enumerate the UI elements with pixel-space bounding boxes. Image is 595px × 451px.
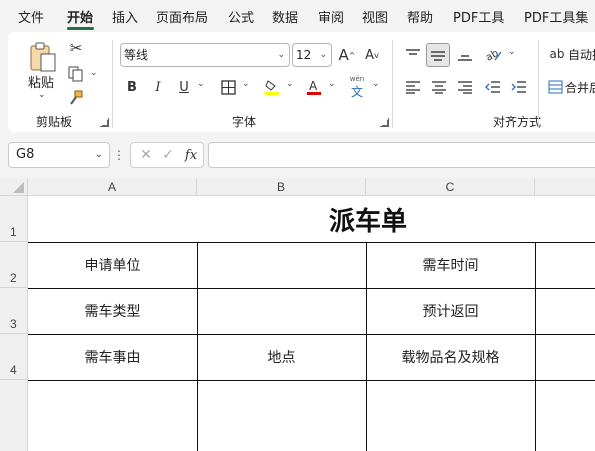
chevron-down-icon: ⌄ xyxy=(277,50,285,60)
name-box-value: G8 xyxy=(16,147,35,162)
tab-page-layout[interactable]: 页面布局 xyxy=(156,7,208,26)
table-border xyxy=(535,242,536,451)
column-header-a[interactable]: A xyxy=(28,178,197,196)
formula-buttons: ✕ ✓ fx xyxy=(130,142,204,168)
ribbon: 粘贴 ⌄ ✂ ⌄ 剪贴板 等线 ⌄ 12 ⌄ A^ Av B I U ⌄ ⌄ xyxy=(8,32,595,132)
column-header-c[interactable]: C xyxy=(366,178,535,196)
tab-file[interactable]: 文件 xyxy=(18,7,44,26)
column-header-b[interactable]: B xyxy=(197,178,366,196)
font-launcher-icon[interactable] xyxy=(380,118,389,127)
select-all-corner[interactable] xyxy=(0,178,28,196)
tab-insert[interactable]: 插入 xyxy=(112,7,138,26)
name-box[interactable]: G8 ⌄ xyxy=(8,142,110,168)
cell-c4[interactable]: 载物品名及规格 xyxy=(366,334,535,380)
underline-icon[interactable]: U xyxy=(174,77,194,97)
merge-icon xyxy=(548,80,563,94)
cut-icon[interactable]: ✂ xyxy=(66,38,86,58)
align-center-icon[interactable] xyxy=(428,77,450,97)
wrap-text-button[interactable]: ab 自动换行 xyxy=(548,44,595,64)
insert-function-icon[interactable]: fx xyxy=(181,145,201,165)
fill-color-icon[interactable] xyxy=(262,77,282,97)
more-options-icon[interactable]: ⋮ xyxy=(113,146,125,164)
cell-a3[interactable]: 需车类型 xyxy=(28,288,197,334)
row-header-2[interactable]: 2 xyxy=(0,242,28,288)
tab-data[interactable]: 数据 xyxy=(272,7,298,26)
underline-dropdown-icon[interactable]: ⌄ xyxy=(197,79,205,89)
group-separator xyxy=(538,40,539,128)
chevron-down-icon: ⌄ xyxy=(319,50,327,60)
copy-icon[interactable] xyxy=(66,64,86,84)
clipboard-launcher-icon[interactable] xyxy=(100,118,109,127)
cell-c2[interactable]: 需车时间 xyxy=(366,242,535,288)
orientation-icon[interactable]: ab xyxy=(482,43,506,67)
group-separator xyxy=(112,40,113,128)
paste-button[interactable]: 粘贴 xyxy=(28,72,54,91)
paste-dropdown-icon[interactable]: ⌄ xyxy=(38,90,46,100)
wrap-text-icon: ab xyxy=(549,47,565,61)
alignment-group-label: 对齐方式 xyxy=(493,115,542,129)
tab-home[interactable]: 开始 xyxy=(67,7,93,26)
tab-formulas[interactable]: 公式 xyxy=(228,7,254,26)
formula-input[interactable] xyxy=(208,142,595,168)
tab-help[interactable]: 帮助 xyxy=(407,7,433,26)
row-header-4[interactable]: 4 xyxy=(0,334,28,380)
cell-a4[interactable]: 需车事由 xyxy=(28,334,197,380)
formula-bar: G8 ⌄ ⋮ ✕ ✓ fx xyxy=(0,140,595,170)
align-middle-icon[interactable] xyxy=(426,43,450,67)
font-name-select[interactable]: 等线 ⌄ xyxy=(120,43,290,67)
cell-b4[interactable]: 地点 xyxy=(197,334,366,380)
paste-icon[interactable] xyxy=(26,40,60,74)
cancel-icon[interactable]: ✕ xyxy=(137,145,155,165)
row-header-5[interactable]: 5 xyxy=(0,380,28,451)
enter-icon[interactable]: ✓ xyxy=(159,145,177,165)
font-color-icon[interactable]: A xyxy=(304,77,324,97)
border-dropdown-icon[interactable]: ⌄ xyxy=(242,79,250,89)
tab-view[interactable]: 视图 xyxy=(362,7,388,26)
cell-c3[interactable]: 预计返回 xyxy=(366,288,535,334)
align-left-icon[interactable] xyxy=(402,77,424,97)
orientation-dropdown-icon[interactable]: ⌄ xyxy=(508,47,516,57)
group-separator xyxy=(392,40,393,128)
row-header-1[interactable]: 1 xyxy=(0,196,28,242)
fill-dropdown-icon[interactable]: ⌄ xyxy=(286,79,294,89)
worksheet-grid[interactable]: A B C 1 2 3 4 5 派车单 申请单位 需车时间 需车类型 预计返回 … xyxy=(0,178,595,451)
format-painter-icon[interactable] xyxy=(66,88,86,108)
font-color-dropdown-icon[interactable]: ⌄ xyxy=(328,79,336,89)
increase-indent-icon[interactable] xyxy=(508,77,530,97)
sheet-title[interactable]: 派车单 xyxy=(28,196,595,242)
table-border xyxy=(28,380,595,381)
phonetic-guide-icon[interactable]: wén 文 xyxy=(346,75,368,99)
tab-pdf-toolset[interactable]: PDF工具集 xyxy=(524,7,588,26)
active-tab-indicator xyxy=(67,27,94,30)
align-bottom-icon[interactable] xyxy=(454,44,476,66)
font-size-select[interactable]: 12 ⌄ xyxy=(292,43,332,67)
menu-bar: 文件 开始 插入 页面布局 公式 数据 审阅 视图 帮助 PDF工具 PDF工具… xyxy=(0,0,595,32)
decrease-indent-icon[interactable] xyxy=(482,77,504,97)
phonetic-dropdown-icon[interactable]: ⌄ xyxy=(372,79,380,89)
increase-font-icon[interactable]: A ^ xyxy=(337,44,357,66)
cell-a2[interactable]: 申请单位 xyxy=(28,242,197,288)
column-header-d[interactable] xyxy=(535,178,595,196)
bold-icon[interactable]: B xyxy=(122,77,142,97)
clipboard-group-label: 剪贴板 xyxy=(36,115,73,129)
decrease-font-icon[interactable]: Av xyxy=(362,44,382,66)
align-right-icon[interactable] xyxy=(454,77,476,97)
copy-dropdown-icon[interactable]: ⌄ xyxy=(90,68,98,78)
tab-review[interactable]: 审阅 xyxy=(318,7,344,26)
chevron-down-icon: ⌄ xyxy=(94,149,103,160)
italic-icon[interactable]: I xyxy=(148,77,168,97)
tab-pdf-tools[interactable]: PDF工具 xyxy=(453,7,504,26)
font-group-label: 字体 xyxy=(232,115,257,129)
row-header-3[interactable]: 3 xyxy=(0,288,28,334)
font-size-value: 12 xyxy=(296,48,312,62)
svg-text:A: A xyxy=(309,79,318,93)
align-top-icon[interactable] xyxy=(402,44,424,66)
merge-center-button[interactable]: 合并后居中 xyxy=(548,77,595,97)
font-name-value: 等线 xyxy=(124,48,149,62)
border-icon[interactable] xyxy=(218,77,238,97)
